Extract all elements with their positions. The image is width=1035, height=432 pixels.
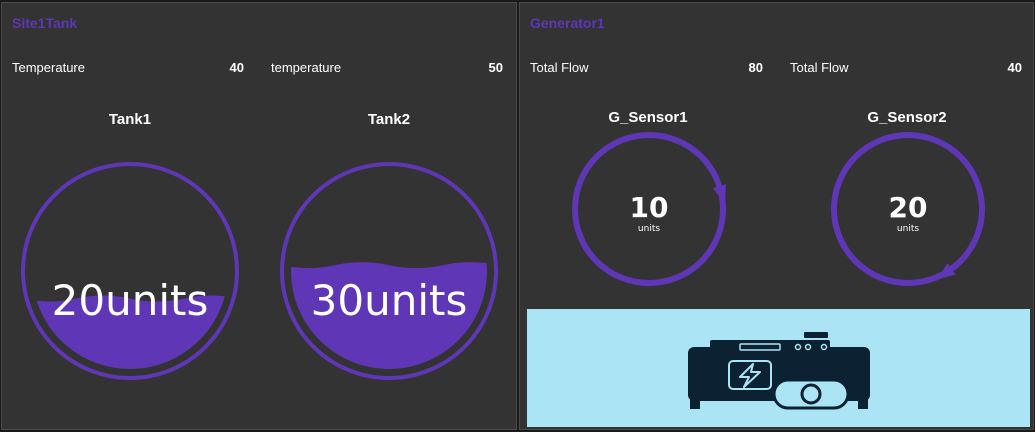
sensor-value: 10 (630, 191, 669, 224)
sensor-gauge-2: 20 units (831, 132, 985, 286)
generator-image (527, 309, 1030, 427)
metric-label-total-flow-1: Total Flow (530, 60, 589, 75)
panel-title: Generator1 (530, 15, 605, 31)
tank-title-2: Tank2 (367, 111, 411, 128)
sensor-title-2: G_Sensor2 (867, 109, 947, 126)
generator-icon (688, 332, 870, 410)
sensor-value: 20 (889, 191, 928, 224)
metric-label-temperature-1: Temperature (12, 60, 85, 75)
sensor-unit: units (638, 224, 660, 234)
panel-title: Site1Tank (12, 15, 78, 31)
metric-value-temperature-1: 40 (229, 60, 244, 75)
metric-label-temperature-2: temperature (271, 60, 342, 75)
sensor-gauge-1: 10 units (572, 132, 727, 286)
generator-panel: Generator1 Total Flow 80 Total Flow 40 G… (519, 2, 1034, 430)
metric-value-total-flow-2: 40 (1007, 60, 1022, 75)
site-tank-panel: Site1Tank Temperature 40 temperature 50 … (1, 2, 517, 430)
sensor-unit: units (897, 224, 919, 234)
tank-title-1: Tank1 (108, 111, 152, 128)
sensor-marker (712, 183, 727, 204)
tank-level-text: 20units (52, 276, 209, 325)
metric-value-temperature-2: 50 (488, 60, 503, 75)
metric-value-total-flow-1: 80 (748, 60, 763, 75)
tank-gauge-2: 30units (280, 162, 498, 380)
tank-gauge-1: 20units (21, 162, 239, 380)
sensor-title-1: G_Sensor1 (608, 109, 688, 126)
metric-label-total-flow-2: Total Flow (790, 60, 849, 75)
tank-level-text: 30units (311, 276, 468, 325)
